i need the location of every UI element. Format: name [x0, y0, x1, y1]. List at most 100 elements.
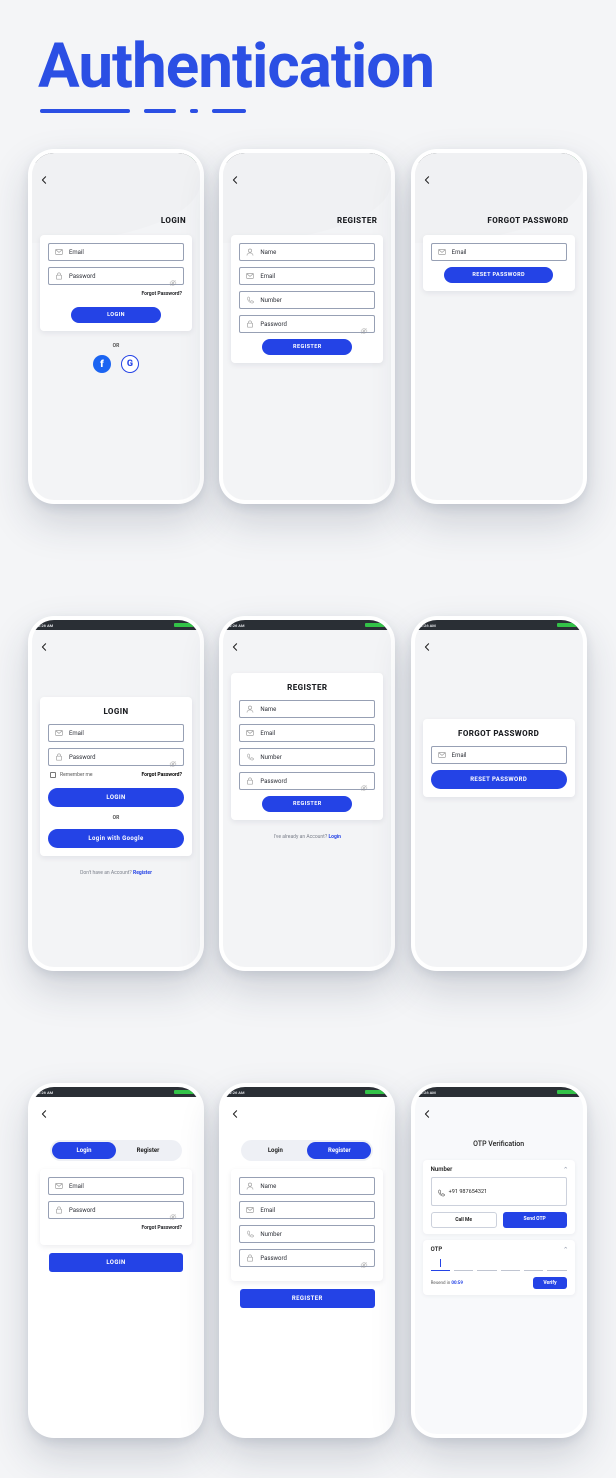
- verify-button[interactable]: Verify: [533, 1277, 566, 1289]
- email-field[interactable]: Email: [239, 724, 375, 742]
- screen-register-1: 2:26 AM REGISTER Name Email Number Passw…: [219, 149, 395, 504]
- auth-tabs: Login Register: [241, 1140, 373, 1161]
- lock-icon: [246, 777, 254, 785]
- reset-password-button[interactable]: RESET PASSWORD: [431, 770, 567, 789]
- tab-login[interactable]: Login: [243, 1142, 307, 1159]
- tab-register[interactable]: Register: [116, 1142, 180, 1159]
- forgot-heading: FORGOT PASSWORD: [431, 727, 567, 746]
- phone-icon: [246, 753, 254, 761]
- user-icon: [246, 1182, 254, 1190]
- email-field[interactable]: Email: [48, 243, 184, 261]
- screen-forgot-2: 2:26 AM FORGOT PASSWORD Email RESET PASS…: [411, 616, 587, 971]
- send-otp-button[interactable]: Send OTP: [503, 1212, 567, 1228]
- password-field[interactable]: Password: [48, 1201, 184, 1219]
- phone-icon: [246, 296, 254, 304]
- status-bar: 2:26 AM: [32, 620, 200, 630]
- user-icon: [246, 705, 254, 713]
- forgot-heading: FORGOT PASSWORD: [415, 190, 583, 231]
- back-icon[interactable]: [40, 1110, 48, 1118]
- screen-register-2: 2:26 AM REGISTER Name Email Number Passw…: [219, 616, 395, 971]
- email-field[interactable]: Email: [431, 746, 567, 764]
- google-button[interactable]: G: [121, 355, 139, 373]
- title-underline: [0, 103, 616, 137]
- back-icon[interactable]: [231, 643, 239, 651]
- back-icon[interactable]: [40, 176, 48, 184]
- back-icon[interactable]: [423, 176, 431, 184]
- login-button[interactable]: LOGIN: [48, 788, 184, 807]
- register-heading: REGISTER: [223, 190, 391, 231]
- forgot-password-link[interactable]: Forgot Password?: [141, 772, 182, 778]
- call-me-button[interactable]: Call Me: [431, 1212, 497, 1228]
- auth-tabs: Login Register: [50, 1140, 182, 1161]
- eye-icon[interactable]: [169, 753, 177, 761]
- screen-login-2: 2:26 AM LOGIN Email Password Remember me…: [28, 616, 204, 971]
- password-field[interactable]: Password: [239, 315, 375, 333]
- number-label: Number: [431, 1166, 567, 1177]
- remember-me-checkbox[interactable]: Remember me: [50, 772, 93, 778]
- back-icon[interactable]: [423, 643, 431, 651]
- forgot-password-link[interactable]: Forgot Password?: [48, 291, 184, 303]
- name-field[interactable]: Name: [239, 1177, 375, 1195]
- screen-tab-register: 2:26 AM Login Register Name Email Number…: [219, 1083, 395, 1438]
- phone-icon: [246, 1230, 254, 1238]
- mail-icon: [438, 248, 446, 256]
- register-button[interactable]: REGISTER: [240, 1289, 374, 1308]
- lock-icon: [246, 1254, 254, 1262]
- register-heading: REGISTER: [239, 681, 375, 700]
- name-field[interactable]: Name: [239, 700, 375, 718]
- mail-icon: [246, 272, 254, 280]
- back-icon[interactable]: [423, 1110, 431, 1118]
- email-field[interactable]: Email: [239, 1201, 375, 1219]
- register-button[interactable]: REGISTER: [262, 796, 352, 812]
- tab-register[interactable]: Register: [307, 1142, 371, 1159]
- chevron-up-icon[interactable]: ⌃: [563, 1166, 569, 1174]
- number-field[interactable]: Number: [239, 291, 375, 309]
- back-icon[interactable]: [231, 1110, 239, 1118]
- tab-login[interactable]: Login: [52, 1142, 116, 1159]
- or-divider: OR: [32, 335, 200, 353]
- screen-otp: 2:26 AM OTP Verification ⌃ Number +91 98…: [411, 1083, 587, 1438]
- number-section: ⌃ Number +91 987654321 Call Me Send OTP: [423, 1160, 575, 1234]
- otp-input[interactable]: [431, 1257, 567, 1277]
- login-button[interactable]: LOGIN: [49, 1253, 183, 1272]
- email-field[interactable]: Email: [431, 243, 567, 261]
- forgot-password-link[interactable]: Forgot Password?: [48, 1225, 184, 1237]
- otp-title: OTP Verification: [415, 1124, 583, 1154]
- mail-icon: [55, 1182, 63, 1190]
- status-bar: 2:26 AM: [223, 620, 391, 630]
- password-field[interactable]: Password: [48, 267, 184, 285]
- lock-icon: [55, 1206, 63, 1214]
- or-divider: OR: [48, 807, 184, 825]
- back-icon[interactable]: [40, 643, 48, 651]
- number-field[interactable]: Number: [239, 1225, 375, 1243]
- password-field[interactable]: Password: [48, 748, 184, 766]
- mail-icon: [55, 729, 63, 737]
- login-google-button[interactable]: Login with Google: [48, 829, 184, 848]
- login-link[interactable]: I've already an Account? Login: [223, 824, 391, 840]
- name-field[interactable]: Name: [239, 243, 375, 261]
- facebook-button[interactable]: f: [93, 355, 111, 373]
- register-link[interactable]: Don't have an Account? Register: [32, 860, 200, 876]
- eye-icon[interactable]: [360, 777, 368, 785]
- password-field[interactable]: Password: [239, 1249, 375, 1267]
- phone-number-field[interactable]: +91 987654321: [431, 1177, 567, 1206]
- password-field[interactable]: Password: [239, 772, 375, 790]
- login-button[interactable]: LOGIN: [71, 307, 161, 323]
- status-bar: 2:26 AM: [415, 1087, 583, 1097]
- eye-icon[interactable]: [360, 1254, 368, 1262]
- email-field[interactable]: Email: [48, 724, 184, 742]
- number-field[interactable]: Number: [239, 748, 375, 766]
- eye-icon[interactable]: [169, 1206, 177, 1214]
- mail-icon: [246, 1206, 254, 1214]
- otp-label: OTP: [431, 1246, 567, 1257]
- reset-password-button[interactable]: RESET PASSWORD: [444, 267, 553, 283]
- eye-icon[interactable]: [169, 272, 177, 280]
- email-field[interactable]: Email: [239, 267, 375, 285]
- back-icon[interactable]: [231, 176, 239, 184]
- email-field[interactable]: Email: [48, 1177, 184, 1195]
- register-button[interactable]: REGISTER: [262, 339, 352, 355]
- phone-grid-2: 2:26 AM LOGIN Email Password Remember me…: [0, 604, 616, 1011]
- mail-icon: [438, 751, 446, 759]
- eye-icon[interactable]: [360, 320, 368, 328]
- chevron-up-icon[interactable]: ⌃: [563, 1246, 569, 1254]
